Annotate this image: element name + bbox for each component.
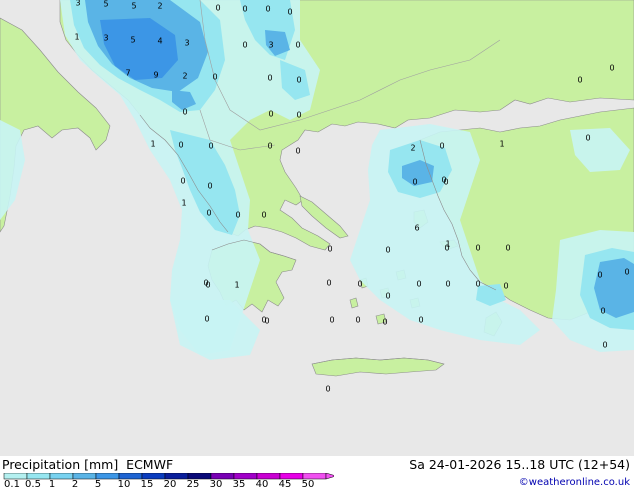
model-label: ECMWF	[126, 457, 174, 472]
colorbar-ticks: 0.1 0.5 1 2 5 10 15 20 25 30 35 40 45 50	[0, 479, 340, 491]
map-value-label: 1	[499, 140, 504, 149]
map-value-label: 0	[600, 307, 605, 316]
map-value-label: 0	[268, 110, 273, 119]
map-value-label: 0	[296, 111, 301, 120]
map-value-label: 0	[418, 316, 423, 325]
map-value-label: 0	[416, 280, 421, 289]
map-value-label: 1	[234, 281, 239, 290]
map-value-label: 5	[130, 36, 135, 45]
map-value-label: 1	[150, 140, 155, 149]
map-value-label: 0	[265, 5, 270, 14]
map-value-label: 3	[103, 34, 108, 43]
map-value-label: 0	[412, 178, 417, 187]
map-value-label: 3	[75, 0, 80, 8]
map-value-label: 0	[439, 142, 444, 151]
map-value-label: 0	[208, 142, 213, 151]
map-value-label: 0	[295, 147, 300, 156]
map-value-label: 0	[329, 316, 334, 325]
map-value-label: 0	[475, 280, 480, 289]
map-value-label: 6	[414, 224, 419, 233]
map-value-label: 0	[357, 280, 362, 289]
map-value-label: 0	[182, 108, 187, 117]
map-value-label: 1	[74, 33, 79, 42]
colorbar-tick-label: 50	[301, 479, 315, 490]
map-value-label: 0	[624, 268, 629, 277]
map-value-label: 0	[385, 292, 390, 301]
map-value-label: 0	[327, 245, 332, 254]
map-value-label: 0	[385, 246, 390, 255]
colorbar-tick-label: 2	[71, 479, 79, 490]
map-value-label: 0	[207, 182, 212, 191]
map-value-label: 0	[505, 244, 510, 253]
colorbar-tick-label: 0.1	[4, 479, 20, 490]
map-value-label: 0	[296, 76, 301, 85]
map-value-label: 0	[445, 280, 450, 289]
map-value-label: 0	[287, 8, 292, 17]
map-value-label: 0	[267, 142, 272, 151]
map-value-label: 0	[609, 64, 614, 73]
map-value-label: 1	[181, 199, 186, 208]
map-value-label: 0	[203, 279, 208, 288]
product-label: Precipitation [mm]	[2, 457, 119, 472]
map-value-label: 0	[475, 244, 480, 253]
map-value-label: 0	[180, 177, 185, 186]
colorbar-tick-label: 0.5	[25, 479, 41, 490]
map-value-label: 0	[212, 73, 217, 82]
colorbar-tick-label: 40	[255, 479, 269, 490]
map-value-label: 0	[382, 318, 387, 327]
map-value-label: 0	[261, 316, 266, 325]
map-value-label: 0	[204, 315, 209, 324]
map-value-label: 9	[153, 71, 158, 80]
map-value-label: 2	[157, 2, 162, 11]
map-value-label: 0	[602, 341, 607, 350]
map-value-label: 5	[103, 0, 108, 9]
colorbar-tick-label: 20	[163, 479, 177, 490]
map-value-label: 0	[215, 4, 220, 13]
map-value-label: 0	[206, 209, 211, 218]
map-value-label: 2	[182, 72, 187, 81]
map-value-label: 2	[410, 144, 415, 153]
map-value-label: 7	[125, 69, 130, 78]
map-value-label: 0	[577, 76, 582, 85]
map-value-label: 3	[268, 41, 273, 50]
legend-bar: Precipitation [mm] ECMWF Sa 24-01-2026 1…	[0, 456, 634, 490]
map-value-label: 0	[295, 41, 300, 50]
colorbar-tick-label: 45	[278, 479, 292, 490]
map-canvas: 3 5 5 2 0 0 0 0 1 3 5 4 3 0 3 0 7 9 2 0 0 0 0 0 0 0 0 1 0 0 0 0 0 2 0 1 0 0 0 0…	[0, 0, 634, 456]
map-value-label: 0	[242, 41, 247, 50]
map-value-label: 0	[503, 282, 508, 291]
map-value-label: 0	[242, 5, 247, 14]
map-value-label: 0	[355, 316, 360, 325]
colorbar-tick-label: 25	[186, 479, 200, 490]
map-value-label: 0	[325, 385, 330, 394]
map-value-label: 1	[445, 240, 450, 249]
colorbar-tick-label: 15	[140, 479, 154, 490]
map-value-label: 0	[261, 211, 266, 220]
map-value-label: 0	[326, 279, 331, 288]
colorbar-tick-label: 10	[117, 479, 131, 490]
map-value-label: 3	[184, 39, 189, 48]
colorbar-tick-label: 5	[94, 479, 102, 490]
precipitation-map: 3 5 5 2 0 0 0 0 1 3 5 4 3 0 3 0 7 9 2 0 0 0 0 0 0 0 0 1 0 0 0 0 0 2 0 1 0 0 0 0…	[0, 0, 634, 456]
map-value-label: 0	[235, 211, 240, 220]
map-value-label: 4	[157, 37, 162, 46]
colorbar-tick-label: 1	[48, 479, 56, 490]
map-value-label: 0	[585, 134, 590, 143]
product-title: Precipitation [mm] ECMWF	[2, 457, 173, 472]
colorbar-tick-label: 35	[232, 479, 246, 490]
datetime-label: Sa 24-01-2026 15..18 UTC (12+54)	[409, 457, 630, 472]
credit-link[interactable]: ©weatheronline.co.uk	[519, 477, 630, 488]
colorbar-tick-label: 30	[209, 479, 223, 490]
map-value-label: 0	[443, 178, 448, 187]
map-value-label: 0	[178, 141, 183, 150]
map-value-label: 0	[267, 74, 272, 83]
map-value-label: 0	[597, 271, 602, 280]
map-value-label: 5	[131, 2, 136, 11]
